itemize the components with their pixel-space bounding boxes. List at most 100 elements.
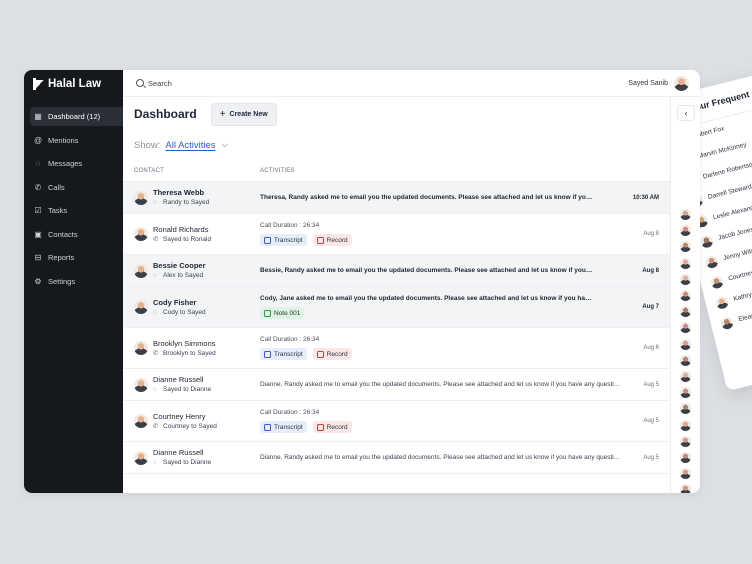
activity-cell: Dianne, Randy asked me to email you the … (260, 369, 670, 400)
app-logo[interactable]: Halal Law (24, 70, 123, 98)
direction-label: Cody to Sayed (163, 308, 206, 316)
table-row[interactable]: Bessie Cooper ◌ Alex to Sayed Bessie, Randy… (123, 255, 670, 287)
note-chip[interactable]: Note 001 (260, 307, 305, 319)
sidebar-item-tasks[interactable]: ☑ Tasks (30, 201, 123, 220)
activity-message[interactable]: Cody, Jane asked me to email you the upd… (260, 295, 593, 302)
create-new-button[interactable]: + Create New (210, 102, 277, 126)
activity-message[interactable]: Theresa, Randy asked me to email you the… (260, 194, 593, 201)
activity-message[interactable]: Bessie, Randy asked me to email you the … (260, 267, 593, 274)
attachment-chips: Transcript Record (260, 421, 626, 433)
attachment-chips: Note 001 (260, 307, 626, 319)
activity-date: Aug 5 (643, 381, 659, 388)
phone-icon: ✆ (153, 235, 159, 243)
table-row[interactable]: Cody Fisher ◌ Cody to Sayed Cody, Jane aske… (123, 287, 670, 328)
direction-label: Sayed to Ronald (163, 235, 212, 243)
record-chip[interactable]: Record (312, 421, 352, 433)
avatar[interactable] (680, 273, 691, 285)
transcript-chip[interactable]: Transcript (260, 348, 307, 360)
contact-direction: ✆ Courtney to Sayed (153, 422, 217, 432)
contact-name[interactable]: Ronald Richards (153, 224, 211, 235)
attachment-chips: Transcript Record (260, 348, 626, 360)
user-menu[interactable]: Sayed Sanib (628, 75, 689, 91)
contact-name[interactable]: Bessie Cooper (153, 260, 206, 271)
search-input[interactable]: Search (136, 79, 172, 88)
table-row[interactable]: Theresa Webb ◌ Randy to Sayed Theresa, Rand… (123, 182, 670, 214)
activity-list-area: Dashboard + Create New Show: All Activit… (123, 97, 670, 493)
transcript-icon (264, 236, 271, 244)
activity-date: Aug 8 (643, 231, 659, 237)
avatar[interactable] (680, 241, 691, 253)
table-row[interactable]: Courtney Henry ✆ Courtney to Sayed Call Dur… (123, 401, 670, 442)
contact-text: Brooklyn Simmons ✆ Brooklyn to Sayed (153, 338, 216, 359)
sidebar-item-dashboard[interactable]: ▦ Dashboard (12) (30, 107, 123, 126)
show-label: Show: (134, 139, 161, 151)
contact-name[interactable]: Cody Fisher (153, 297, 206, 308)
chevron-down-icon[interactable]: ⌵ (222, 140, 228, 150)
contact-text: Bessie Cooper ◌ Alex to Sayed (153, 260, 206, 281)
phone-icon: ✆ (34, 182, 42, 192)
avatar[interactable] (680, 371, 691, 382)
avatar (674, 75, 689, 91)
transcript-chip[interactable]: Transcript (260, 234, 307, 246)
avatar[interactable] (680, 419, 691, 431)
activity-message[interactable]: Dianne, Randy asked me to email you the … (260, 454, 622, 461)
contact-name[interactable]: Dianne Russell (153, 447, 211, 458)
collapse-panel-button[interactable]: ‹ (677, 105, 695, 121)
avatar[interactable] (680, 306, 691, 318)
table-row[interactable]: Dianne Russell ◌ Sayed to Dianne Dianne, Ra… (123, 369, 670, 401)
table-row[interactable]: Dianne Russell ◌ Sayed to Dianne Dianne, Ra… (123, 442, 670, 474)
sidebar-item-label: Reports (48, 253, 75, 262)
table-row[interactable]: Brooklyn Simmons ✆ Brooklyn to Sayed Call D… (123, 328, 670, 369)
sidebar-item-contacts[interactable]: ▣ Contacts (30, 225, 123, 244)
avatar[interactable] (680, 225, 691, 237)
avatar[interactable] (680, 257, 691, 269)
contact-name[interactable]: Courtney Henry (153, 411, 217, 422)
avatar[interactable] (680, 468, 691, 480)
contact-text: Courtney Henry ✆ Courtney to Sayed (153, 411, 217, 432)
direction-label: Sayed to Dianne (163, 386, 212, 393)
avatar (134, 300, 148, 314)
contact-direction: ◌ Sayed to Dianne (153, 385, 211, 395)
avatar (134, 450, 148, 465)
avatar[interactable] (680, 435, 691, 447)
contact-cell: Dianne Russell ◌ Sayed to Dianne (123, 369, 260, 400)
record-chip[interactable]: Record (312, 348, 352, 360)
contact-name: Kathryn Murphy (732, 285, 752, 303)
avatar[interactable] (680, 484, 691, 493)
activity-cell: Cody, Jane asked me to email you the upd… (260, 287, 670, 327)
avatar[interactable] (680, 354, 691, 366)
sidebar-item-settings[interactable]: ⚙ Settings (30, 272, 123, 291)
avatar[interactable] (680, 403, 691, 415)
activity-message[interactable]: Dianne, Randy asked me to email you the … (260, 381, 622, 388)
avatar[interactable] (680, 387, 691, 399)
contact-name[interactable]: Dianne Russell (153, 374, 211, 385)
contact-name[interactable]: Brooklyn Simmons (153, 338, 216, 349)
contact-cell: Brooklyn Simmons ✆ Brooklyn to Sayed (123, 328, 260, 368)
avatar[interactable] (680, 209, 691, 220)
activity-cell: Call Duration : 26:34 Transcript Record (260, 214, 670, 254)
avatar[interactable] (680, 322, 691, 334)
sidebar-item-mentions[interactable]: @ Mentions (30, 131, 123, 150)
phone-icon: ✆ (153, 349, 159, 357)
activity-date: Aug 8 (642, 267, 659, 274)
logo-mark-icon (33, 78, 44, 90)
avatar[interactable] (680, 338, 691, 350)
activity-filter-select[interactable]: All Activities (165, 140, 215, 151)
record-chip[interactable]: Record (312, 234, 352, 246)
table-row[interactable]: Ronald Richards ✆ Sayed to Ronald Call Dura… (123, 214, 670, 255)
avatar (134, 263, 148, 278)
sidebar: Halal Law ▦ Dashboard (12) @ Mentions ◌ Messa… (24, 70, 123, 493)
contact-name[interactable]: Theresa Webb (153, 187, 209, 198)
chat-icon: ◌ (153, 459, 157, 466)
contact-cell: Dianne Russell ◌ Sayed to Dianne (123, 442, 260, 473)
sidebar-item-calls[interactable]: ✆ Calls (30, 178, 123, 197)
call-duration: Call Duration : 26:34 (260, 409, 320, 416)
avatar[interactable] (680, 290, 691, 301)
sidebar-item-messages[interactable]: ◌ Messages (30, 154, 123, 173)
phone-icon: ✆ (153, 422, 159, 430)
create-new-label: Create New (229, 110, 268, 118)
avatar[interactable] (680, 452, 691, 463)
transcript-chip[interactable]: Transcript (260, 421, 307, 433)
at-icon: @ (33, 135, 43, 145)
sidebar-item-reports[interactable]: ⊟ Reports (30, 248, 123, 267)
